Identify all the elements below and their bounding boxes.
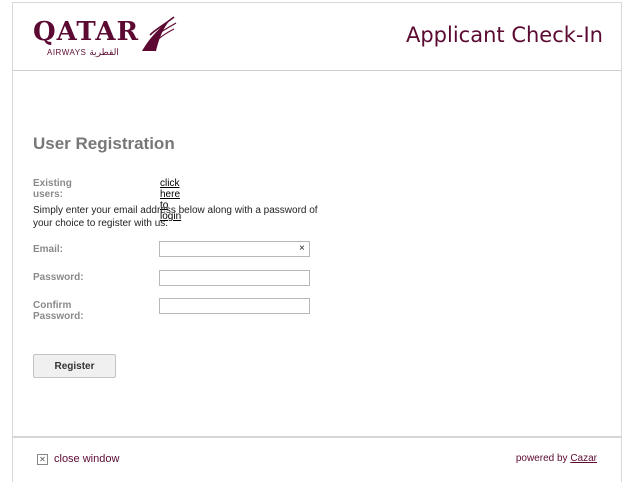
close-window-link[interactable]: ✕ close window xyxy=(37,453,119,465)
oryx-logo-icon xyxy=(142,16,177,51)
intro-text: Simply enter your email address below al… xyxy=(33,205,318,229)
footer: ✕ close window powered by Cazar xyxy=(13,436,621,484)
logo-wordmark: QATAR xyxy=(33,17,140,47)
logo-subtitle-en: AIRWAYS xyxy=(47,48,87,57)
confirm-password-field[interactable] xyxy=(159,298,310,314)
registration-form: User Registration Existing users: click … xyxy=(33,134,593,378)
close-icon[interactable]: ✕ xyxy=(37,453,48,465)
password-field[interactable] xyxy=(159,270,310,286)
logo-subtitle-ar: القطرية xyxy=(89,47,119,57)
powered-by: powered by Cazar xyxy=(516,453,597,464)
header: QATAR AIRWAYS القطرية Applicant Check-In xyxy=(13,3,621,71)
app-window: QATAR AIRWAYS القطرية Applicant Check-In … xyxy=(12,2,622,484)
cazar-link[interactable]: Cazar xyxy=(570,453,597,464)
existing-users-label: Existing users: xyxy=(33,178,72,200)
powered-by-prefix: powered by xyxy=(515,453,568,464)
email-label: Email: xyxy=(33,244,64,255)
qatar-airways-logo: QATAR AIRWAYS القطرية xyxy=(33,16,183,61)
register-button[interactable]: Register xyxy=(33,354,116,378)
email-field[interactable] xyxy=(159,241,310,257)
close-window-label[interactable]: close window xyxy=(54,453,119,465)
password-label: Password: xyxy=(33,272,84,283)
clear-icon[interactable]: × xyxy=(299,243,305,254)
page-title: Applicant Check-In xyxy=(405,23,603,47)
confirm-password-label: Confirm Password: xyxy=(33,300,84,322)
logo-subtitle: AIRWAYS القطرية xyxy=(47,47,119,58)
form-title: User Registration xyxy=(33,134,175,153)
